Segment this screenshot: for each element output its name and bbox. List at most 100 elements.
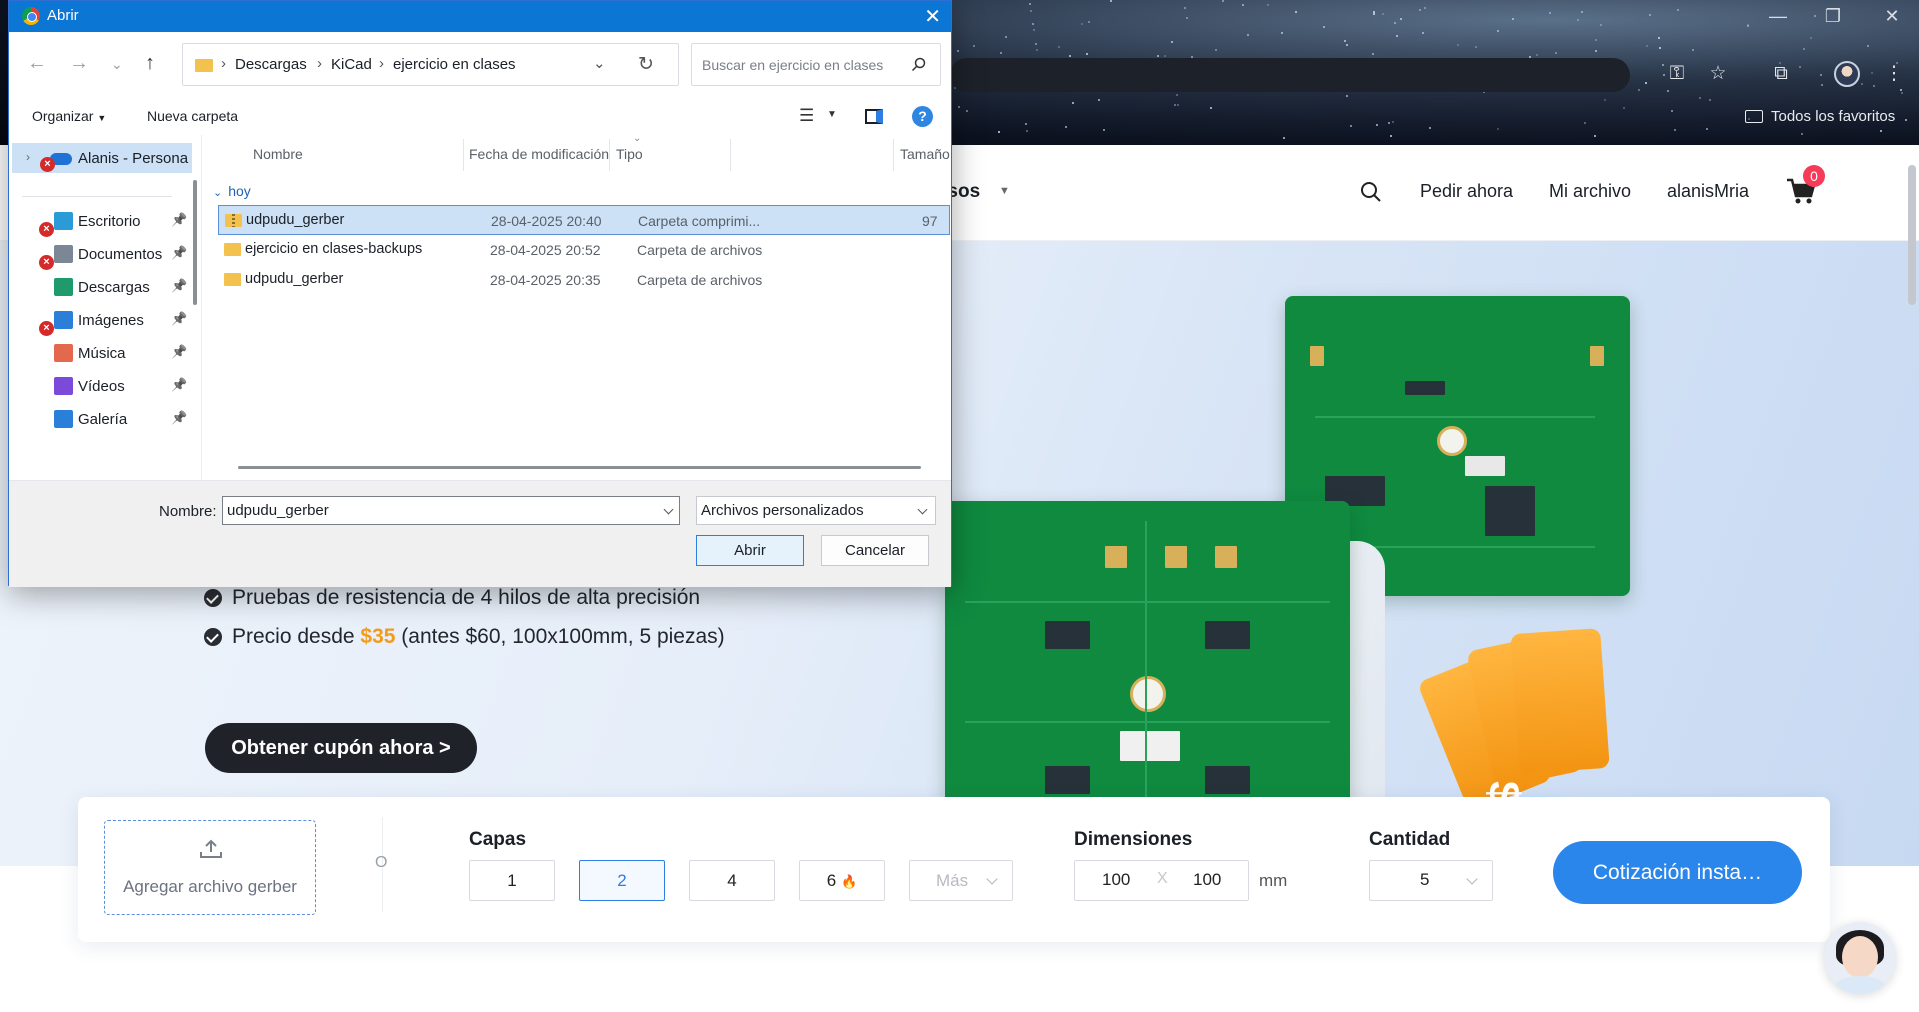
favorites-bar-item[interactable]: Todos los favoritos [1745,108,1895,125]
user-menu[interactable]: alanisMria [1667,181,1749,202]
dialog-toolbar: Organizar ▼ Nueva carpeta ☰ ▼ ? [9,98,951,135]
help-icon[interactable]: ? [912,106,933,127]
upload-gerber-dropzone[interactable]: Agregar archivo gerber [104,820,316,915]
profile-avatar[interactable] [1834,61,1860,87]
sidebar-item-onedrive[interactable]: › × Alanis - Persona [12,143,192,173]
preview-pane-icon[interactable] [865,109,883,124]
sidebar-item-label: Galería [78,411,128,428]
breadcrumb[interactable]: › Descargas › KiCad › ejercicio en clase… [182,43,679,86]
layer-option-4[interactable]: 4 [689,860,775,901]
refresh-icon[interactable]: ↻ [638,53,654,76]
nav-pane-scrollbar[interactable] [193,180,197,305]
chevron-down-icon: ⌄ [213,187,223,199]
column-separator[interactable] [463,139,464,171]
pin-icon[interactable]: 📌 [171,245,187,261]
restore-button[interactable]: ❐ [1813,6,1853,27]
back-arrow-icon[interactable]: ← [27,52,47,75]
desktop-icon [54,212,73,230]
folder-icon [224,273,241,286]
chevron-down-icon[interactable] [663,504,674,515]
view-options-icon[interactable]: ☰ [799,106,814,126]
pin-icon[interactable]: 📌 [171,344,187,360]
order-now-link[interactable]: Pedir ahora [1420,181,1513,202]
group-header-today[interactable]: ⌄ hoy [213,183,251,199]
horizontal-scrollbar[interactable] [238,466,921,469]
address-bar[interactable] [950,58,1630,92]
minimize-button[interactable]: — [1758,6,1798,27]
caret-down-icon[interactable]: ▼ [827,109,837,120]
window-close-button[interactable]: ✕ [1872,6,1912,27]
search-placeholder: Buscar en ejercicio en clases [702,57,884,73]
dialog-titlebar[interactable]: Abrir ✕ [9,1,951,32]
instant-quote-button[interactable]: Cotización insta… [1553,841,1802,904]
organize-menu[interactable]: Organizar ▼ [32,108,106,124]
gallery-icon [54,410,73,428]
column-header-name[interactable]: Nombre [253,146,303,162]
chevron-down-icon [917,504,928,515]
page-scrollbar[interactable] [1908,165,1916,305]
open-button[interactable]: Abrir [696,535,804,566]
sidebar-item-imágenes[interactable]: × Imágenes 📌 [9,305,189,336]
extensions-icon[interactable]: ⧉ [1767,60,1795,88]
sync-error-icon: × [39,321,54,336]
recent-locations-chevron-icon[interactable]: ⌄ [111,56,123,73]
menu-kebab-icon[interactable]: ⋮ [1880,60,1908,88]
file-type-filter-select[interactable]: Archivos personalizados [696,496,936,525]
pin-icon[interactable]: 📌 [171,212,187,228]
file-row[interactable]: udpudu_gerber 28-04-2025 20:40 Carpeta com… [218,205,950,235]
sidebar-item-galería[interactable]: Galería 📌 [9,404,189,434]
column-header-size[interactable]: Tamaño [900,146,950,162]
chevron-right-icon[interactable]: › [26,150,30,164]
filename-input[interactable]: udpudu_gerber [222,496,680,525]
file-name: ejercicio en clases-backups [245,241,423,257]
chevron-down-icon [1466,873,1478,885]
layer-option-1[interactable]: 1 [469,860,555,901]
upload-icon [200,839,222,858]
column-separator[interactable] [730,139,731,171]
column-header-type[interactable]: Tipo [616,146,643,162]
file-row[interactable]: udpudu_gerber 28-04-2025 20:35 Carpeta de … [218,265,950,295]
sidebar-item-label: Alanis - Persona [78,150,189,167]
documents-icon [54,245,73,263]
pin-icon[interactable]: 📌 [171,410,187,426]
breadcrumb-item[interactable]: KiCad [331,56,372,73]
caret-down-icon: ▼ [97,113,107,123]
dimension-y-input[interactable]: 100 [1193,870,1221,890]
column-separator[interactable] [609,139,610,171]
pin-icon[interactable]: 📌 [171,278,187,294]
sidebar-item-documentos[interactable]: × Documentos 📌 [9,239,189,270]
bookmark-star-icon[interactable]: ☆ [1704,60,1732,88]
forward-arrow-icon[interactable]: → [69,52,89,75]
quantity-select[interactable]: 5 [1369,860,1493,901]
cancel-button[interactable]: Cancelar [821,535,929,566]
column-separator[interactable] [893,139,894,171]
pin-icon[interactable]: 📌 [171,377,187,393]
new-folder-button[interactable]: Nueva carpeta [147,108,238,124]
sidebar-item-descargas[interactable]: Descargas 📌 [9,272,189,302]
column-header-date[interactable]: Fecha de modificación [469,146,609,162]
sidebar-item-vídeos[interactable]: Vídeos 📌 [9,371,189,401]
layer-more-select[interactable]: Más [909,860,1013,901]
breadcrumb-item[interactable]: ejercicio en clases [393,56,516,73]
up-arrow-icon[interactable]: ↑ [145,52,155,75]
dialog-close-button[interactable]: ✕ [924,4,941,29]
breadcrumb-item[interactable]: Descargas [235,56,307,73]
dialog-search-input[interactable]: Buscar en ejercicio en clases [691,43,941,86]
layer-option-2[interactable]: 2 [579,860,665,901]
my-files-link[interactable]: Mi archivo [1549,181,1631,202]
support-chat-avatar[interactable] [1824,922,1896,994]
chevron-down-icon[interactable]: ⌄ [593,54,606,72]
layer-option-6[interactable]: 6 🔥 [799,860,885,901]
pin-icon[interactable]: 📌 [171,311,187,327]
folder-icon [195,59,213,72]
dimension-x-input[interactable]: 100 [1102,870,1130,890]
file-row[interactable]: ejercicio en clases-backups 28-04-2025 20… [218,235,950,265]
search-icon[interactable] [1360,181,1382,203]
sidebar-item-escritorio[interactable]: × Escritorio 📌 [9,206,189,237]
pictures-icon [54,311,73,329]
get-coupon-button[interactable]: Obtener cupón ahora > [205,723,477,773]
password-key-icon[interactable]: ⚿ [1663,60,1691,88]
sidebar-item-música[interactable]: Música 📌 [9,338,189,368]
file-date: 28-04-2025 20:52 [490,242,601,258]
file-type: Carpeta de archivos [637,272,763,288]
